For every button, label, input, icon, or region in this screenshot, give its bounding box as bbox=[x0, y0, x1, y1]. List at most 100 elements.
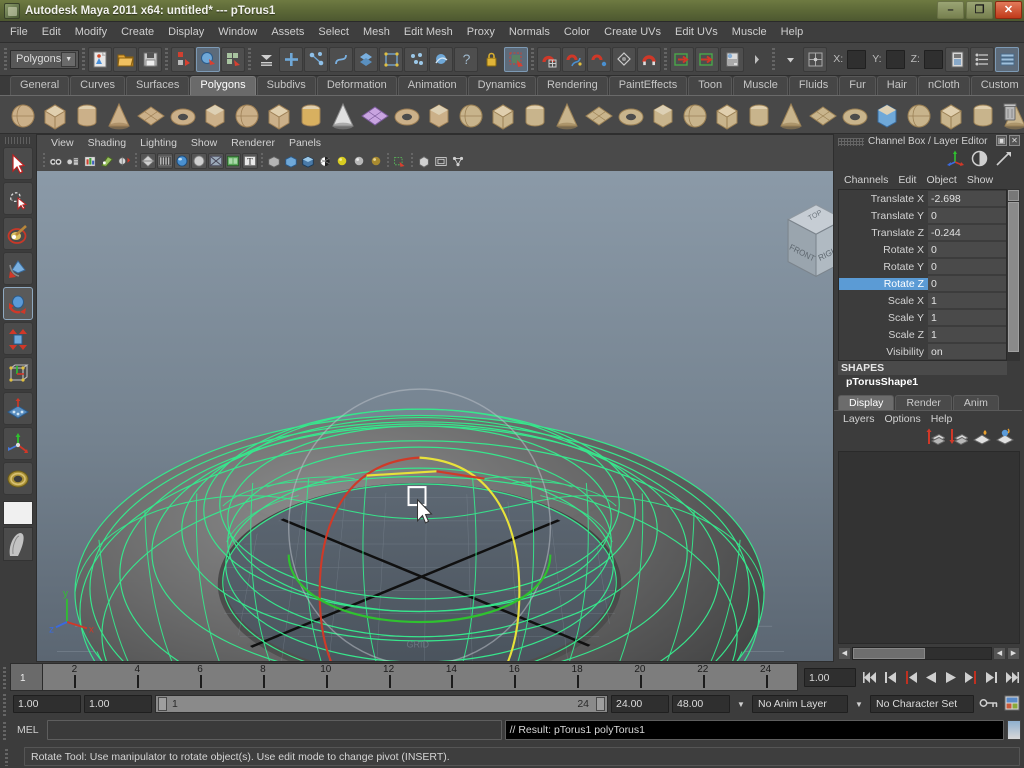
snap-to-view-plane-icon[interactable] bbox=[637, 46, 662, 72]
shelf-tab-deformation[interactable]: Deformation bbox=[316, 76, 397, 95]
field-mode-chevron-icon[interactable] bbox=[778, 47, 802, 72]
layer-tab-anim[interactable]: Anim bbox=[952, 395, 999, 411]
snap-to-projected-icon[interactable] bbox=[612, 46, 637, 72]
channel-row-translate-z[interactable]: Translate Z -0.244 bbox=[839, 224, 1006, 241]
quick-layout-persp-outliner-button[interactable] bbox=[3, 527, 33, 561]
bevel-icon[interactable] bbox=[744, 100, 774, 130]
channel-row-translate-y[interactable]: Translate Y0 bbox=[839, 207, 1006, 224]
go-to-end-icon[interactable] bbox=[1002, 669, 1019, 686]
channel-box-menu-show[interactable]: Show bbox=[963, 173, 997, 187]
animation-start-time-field[interactable]: 1.00 bbox=[13, 695, 81, 713]
channel-row-rotate-y[interactable]: Rotate Y0 bbox=[839, 258, 1006, 275]
exposure-low-icon[interactable] bbox=[334, 153, 350, 169]
select-mask-points-icon[interactable] bbox=[304, 46, 329, 72]
combine-icon[interactable] bbox=[456, 100, 486, 130]
move-tool-button[interactable] bbox=[3, 252, 33, 285]
offset-edge-loop-icon[interactable] bbox=[904, 100, 934, 130]
channel-value-field[interactable]: 1 bbox=[928, 292, 1006, 309]
viewport-menu-show[interactable]: Show bbox=[185, 136, 223, 150]
channel-row-scale-z[interactable]: Scale Z1 bbox=[839, 326, 1006, 343]
perspective-viewport[interactable]: GRID y x z TOP FRONT RIGHT bbox=[36, 171, 834, 662]
layer-scroll-right-arrow-1[interactable]: ◀ bbox=[993, 646, 1006, 660]
booleans-union-icon[interactable] bbox=[552, 100, 582, 130]
channel-value-field[interactable]: 0 bbox=[928, 258, 1006, 275]
film-gate-icon[interactable] bbox=[433, 153, 449, 169]
wedge-face-icon[interactable] bbox=[968, 100, 998, 130]
poly-cone-icon[interactable] bbox=[104, 100, 134, 130]
bookmark-icon[interactable] bbox=[99, 153, 115, 169]
menu-item-help[interactable]: Help bbox=[774, 24, 811, 40]
select-mask-curves-icon[interactable] bbox=[329, 46, 354, 72]
channel-box-scrollbar[interactable] bbox=[1007, 189, 1020, 361]
channel-row-scale-y[interactable]: Scale Y1 bbox=[839, 309, 1006, 326]
layer-menu-options[interactable]: Options bbox=[881, 412, 925, 426]
show-manip-icon[interactable] bbox=[947, 150, 964, 170]
close-button[interactable]: ✕ bbox=[995, 1, 1022, 19]
range-left-handle[interactable] bbox=[158, 697, 167, 711]
snap-grid-highlight-icon[interactable] bbox=[504, 46, 529, 72]
menu-item-create[interactable]: Create bbox=[114, 24, 161, 40]
menu-item-mesh[interactable]: Mesh bbox=[356, 24, 397, 40]
construction-history-on-icon[interactable] bbox=[670, 46, 695, 72]
poly-prism-icon[interactable] bbox=[200, 100, 230, 130]
shelf-tab-ncloth[interactable]: nCloth bbox=[917, 76, 970, 95]
snap-to-grid-icon[interactable] bbox=[537, 46, 562, 72]
channel-label[interactable]: Translate X bbox=[839, 193, 928, 205]
poly-cylinder-icon[interactable] bbox=[72, 100, 102, 130]
channel-box-menu-object[interactable]: Object bbox=[922, 173, 960, 187]
image-plane-icon[interactable] bbox=[116, 153, 132, 169]
channel-label[interactable]: Translate Z bbox=[839, 227, 928, 239]
channel-label[interactable]: Translate Y bbox=[839, 210, 928, 222]
xray-icon[interactable] bbox=[266, 153, 282, 169]
step-forward-key-icon[interactable] bbox=[962, 669, 979, 686]
shelf-tab-surfaces[interactable]: Surfaces bbox=[125, 76, 190, 95]
menu-item-edit-mesh[interactable]: Edit Mesh bbox=[397, 24, 460, 40]
select-mask-surfaces-icon[interactable] bbox=[354, 46, 379, 72]
soft-modification-tool-button[interactable] bbox=[3, 392, 33, 425]
layer-editor-toggle-icon[interactable] bbox=[995, 150, 1012, 170]
poly-plane-icon[interactable] bbox=[136, 100, 166, 130]
universal-manipulator-button[interactable] bbox=[3, 357, 33, 390]
construction-history-off-icon[interactable] bbox=[695, 46, 720, 72]
booleans-intersection-icon[interactable] bbox=[616, 100, 646, 130]
scroll-up-arrow[interactable] bbox=[1008, 190, 1019, 201]
shelf-tab-general[interactable]: General bbox=[10, 76, 70, 95]
statusline-grip[interactable] bbox=[2, 46, 9, 72]
channel-row-rotate-z[interactable]: Rotate Z0 bbox=[839, 275, 1006, 292]
menu-item-file[interactable]: File bbox=[3, 24, 35, 40]
shadows-icon[interactable] bbox=[317, 153, 333, 169]
channel-value-field[interactable]: 0 bbox=[928, 275, 1006, 292]
channel-value-field[interactable]: 1 bbox=[928, 309, 1006, 326]
poly-type-icon[interactable] bbox=[424, 100, 454, 130]
viewport-menu-renderer[interactable]: Renderer bbox=[225, 136, 281, 150]
channel-row-visibility[interactable]: Visibility on bbox=[839, 343, 1006, 360]
input-field-mode-icon[interactable] bbox=[803, 46, 828, 72]
channel-box-menu-edit[interactable]: Edit bbox=[894, 173, 920, 187]
poly-helix-icon[interactable] bbox=[296, 100, 326, 130]
channel-value-field[interactable]: -0.244 bbox=[928, 224, 1006, 241]
step-back-frame-icon[interactable] bbox=[882, 669, 899, 686]
select-camera-icon[interactable] bbox=[48, 153, 64, 169]
menuset-mode-dropdown[interactable]: Polygons ▼ bbox=[10, 49, 80, 69]
text-icon[interactable]: T bbox=[242, 153, 258, 169]
animation-end-time-field[interactable]: 48.00 bbox=[672, 695, 730, 713]
layer-tab-render[interactable]: Render bbox=[895, 395, 952, 411]
poly-torus-icon[interactable] bbox=[168, 100, 198, 130]
booleans-difference-icon[interactable] bbox=[584, 100, 614, 130]
go-to-start-icon[interactable] bbox=[862, 669, 879, 686]
lock-camera-icon[interactable] bbox=[65, 153, 81, 169]
all-lights-icon[interactable] bbox=[300, 153, 316, 169]
poly-text-icon[interactable] bbox=[392, 100, 422, 130]
panel-grip[interactable] bbox=[838, 137, 864, 146]
default-light-icon[interactable] bbox=[283, 153, 299, 169]
separate-icon[interactable] bbox=[488, 100, 518, 130]
show-manipulator-tool-button[interactable] bbox=[3, 427, 33, 460]
channel-value-field[interactable]: -2.698 bbox=[928, 190, 1006, 207]
viewport-menu-panels[interactable]: Panels bbox=[283, 136, 327, 150]
channel-box-toggle-icon[interactable] bbox=[971, 150, 988, 170]
channel-box-menu-channels[interactable]: Channels bbox=[840, 173, 892, 187]
shelf-trash-icon[interactable] bbox=[1002, 102, 1018, 122]
channel-row-translate-x[interactable]: Translate X -2.698 bbox=[839, 190, 1006, 207]
select-mask-rendering-icon[interactable] bbox=[429, 46, 454, 72]
channel-value-field[interactable]: 0 bbox=[928, 207, 1006, 224]
